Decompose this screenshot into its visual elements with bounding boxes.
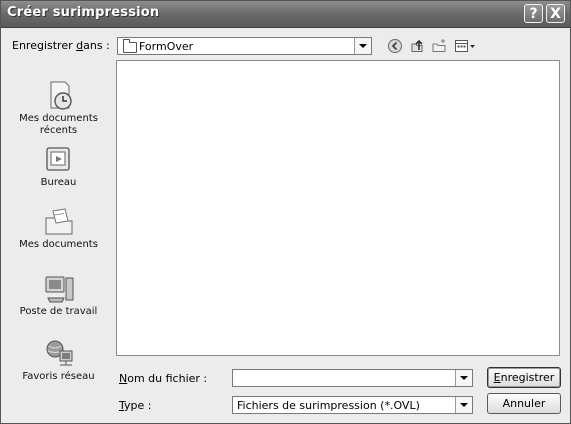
place-my-documents[interactable]: Mes documents — [9, 205, 108, 251]
place-label: Bureau — [40, 177, 77, 188]
title-bar[interactable]: Créer surimpression ? X — [1, 1, 570, 28]
up-folder-icon[interactable] — [409, 38, 425, 54]
filename-label: Nom du fichier : — [119, 372, 208, 385]
new-folder-icon[interactable] — [431, 38, 447, 54]
my-computer-icon — [45, 276, 73, 303]
place-recent-documents[interactable]: Mes documents récents — [9, 79, 108, 137]
save-button[interactable]: Enregistrer — [487, 367, 561, 388]
place-label: Favoris réseau — [22, 371, 95, 382]
place-network[interactable]: Favoris réseau — [9, 337, 108, 383]
view-menu-icon[interactable] — [454, 38, 478, 54]
place-desktop[interactable]: Bureau — [9, 143, 108, 189]
close-button[interactable]: X — [546, 4, 565, 23]
chevron-down-icon[interactable] — [455, 370, 472, 386]
chevron-down-icon[interactable] — [455, 397, 472, 413]
places-bar: Mes documents récents Bureau Mes documen… — [9, 69, 108, 389]
save-in-value: FormOver — [139, 40, 194, 53]
back-icon[interactable] — [387, 38, 403, 54]
window-title: Créer surimpression — [7, 5, 160, 20]
file-type-select[interactable]: Fichiers de surimpression (*.OVL) — [232, 396, 473, 414]
save-dialog: Créer surimpression ? X Enregistrer dans… — [0, 0, 571, 424]
save-in-dropdown[interactable]: FormOver — [117, 37, 372, 55]
place-label: Mes documents récents — [19, 113, 98, 136]
place-my-computer[interactable]: Poste de travail — [9, 272, 108, 318]
help-button[interactable]: ? — [524, 4, 543, 23]
cancel-button[interactable]: Annuler — [487, 393, 561, 414]
folder-icon — [123, 39, 137, 53]
file-type-value: Fichiers de surimpression (*.OVL) — [237, 399, 420, 412]
chevron-down-icon[interactable] — [354, 38, 371, 54]
save-in-label: Enregistrer dans : — [12, 39, 110, 52]
recent-documents-icon — [50, 81, 72, 110]
place-label: Mes documents — [19, 239, 98, 250]
desktop-icon — [45, 147, 70, 171]
filename-combo[interactable] — [232, 369, 473, 387]
my-documents-icon — [45, 208, 72, 235]
type-label: Type : — [119, 399, 152, 412]
file-list-view[interactable] — [116, 60, 560, 356]
place-label: Poste de travail — [19, 306, 98, 317]
network-places-icon — [46, 340, 72, 366]
